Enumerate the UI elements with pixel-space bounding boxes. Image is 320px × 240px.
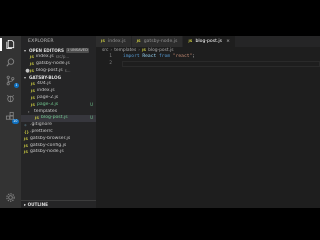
sidebar-title: EXPLORER xyxy=(28,39,54,44)
outline-label: OUTLINE xyxy=(27,202,48,207)
file-tree-item[interactable]: JS index.js xyxy=(21,88,96,95)
vscode-window: 1 10 EXPLORER ▾ OPEN EDITORS 1 UNSAVED J… xyxy=(0,36,320,208)
editor-tab[interactable]: JS index.js xyxy=(96,36,132,47)
open-editors-label: OPEN EDITORS xyxy=(29,48,65,53)
file-tree-label: page-3.js xyxy=(37,101,59,107)
file-tree-item[interactable]: JS gatsby-config.js xyxy=(21,143,96,150)
scm-badge: 1 xyxy=(13,83,19,88)
open-editor-path: src/p... xyxy=(55,54,70,59)
open-editor-label: index.js xyxy=(36,54,54,59)
file-tree-label: .gitignore xyxy=(30,122,52,128)
explorer-icon[interactable] xyxy=(0,38,18,51)
line-number: 2 xyxy=(109,60,112,66)
unsaved-badge: 1 UNSAVED xyxy=(66,48,89,53)
breadcrumb-item[interactable]: blog-post.js xyxy=(148,47,173,54)
open-editors-header[interactable]: ▾ OPEN EDITORS 1 UNSAVED xyxy=(21,47,96,54)
source-control-icon[interactable]: 1 xyxy=(3,74,19,88)
file-tree-item[interactable]: JS gatsby-node.js xyxy=(21,149,96,156)
editor-area: JS index.js JS gatsby-node.js JS blog-post.js… xyxy=(96,36,320,208)
git-status-marker: U xyxy=(90,101,93,107)
file-tree-item[interactable]: JS blog-post.js U xyxy=(21,115,96,123)
project-header[interactable]: ▾ GATSBY-BLOG xyxy=(21,74,96,81)
breadcrumb-item[interactable]: src xyxy=(102,47,108,54)
file-tree-item[interactable]: JS page-2.js xyxy=(21,95,96,102)
keyword-token: import xyxy=(123,54,140,59)
keyword-token: from xyxy=(159,54,171,59)
explorer-sidebar: EXPLORER ▾ OPEN EDITORS 1 UNSAVED JS inde… xyxy=(21,36,96,208)
settings-gear-icon[interactable] xyxy=(3,191,18,204)
file-tree-label: gatsby-browser.js xyxy=(30,135,71,141)
current-line-highlight xyxy=(122,60,320,67)
outline-header[interactable]: ▸ OUTLINE xyxy=(21,200,96,208)
string-token: "react" xyxy=(172,54,193,59)
search-icon[interactable] xyxy=(3,56,18,69)
open-editor-item[interactable]: JS index.js src/p... xyxy=(21,54,96,61)
open-editor-item[interactable]: ● JS blog-post.js s... xyxy=(21,68,96,75)
file-tree: JS 404.js JS index.js JS page-2.js JS page-3.js… xyxy=(21,81,96,156)
file-tree-item[interactable]: › templates xyxy=(21,109,96,116)
debug-icon[interactable] xyxy=(3,92,18,105)
breadcrumb-item[interactable]: templates xyxy=(114,47,136,54)
project-label: GATSBY-BLOG xyxy=(29,75,62,81)
identifier-token: React xyxy=(142,54,157,59)
editor-tabs: JS index.js JS gatsby-node.js JS blog-post.js… xyxy=(96,36,320,47)
close-icon[interactable]: × xyxy=(226,36,230,47)
js-file-icon: JS xyxy=(101,39,105,43)
tab-label: index.js xyxy=(108,39,126,44)
file-tree-label: .prettierrc xyxy=(30,128,53,134)
file-tree-label: templates xyxy=(34,108,58,114)
code-line[interactable]: import React from "react"; xyxy=(123,54,195,61)
file-tree-label: gatsby-config.js xyxy=(30,142,67,148)
breadcrumb: src › templates › JS blog-post.js xyxy=(96,47,320,54)
js-file-icon: JS xyxy=(188,39,193,43)
file-tree-label: blog-post.js xyxy=(41,115,68,121)
open-editor-item[interactable]: JS gatsby-node.js xyxy=(21,61,96,68)
chevron-right-icon: › xyxy=(110,48,113,53)
editor-tab[interactable]: JS blog-post.js × xyxy=(183,36,236,47)
file-tree-item[interactable]: ◆ .gitignore xyxy=(21,122,96,129)
js-file-icon: JS xyxy=(136,39,141,43)
open-editors-list: JS index.js src/p... JS gatsby-node.js ● JS blo… xyxy=(21,54,96,74)
open-editor-label: gatsby-node.js xyxy=(36,60,70,66)
punctuation-token: ; xyxy=(192,54,196,59)
video-frame: 1 10 EXPLORER ▾ OPEN EDITORS 1 UNSAVED J… xyxy=(0,0,320,240)
file-tree-item[interactable]: JS gatsby-browser.js xyxy=(21,136,96,143)
file-tree-label: page-2.js xyxy=(37,94,59,100)
tab-label: gatsby-node.js xyxy=(143,39,178,44)
extensions-icon[interactable]: 10 xyxy=(3,110,19,124)
file-tree-label: gatsby-node.js xyxy=(30,149,64,155)
activity-bar: 1 10 xyxy=(0,36,21,208)
file-tree-item[interactable]: {} .prettierrc xyxy=(21,129,96,136)
chevron-right-icon: › xyxy=(138,48,141,53)
open-editor-path: s... xyxy=(64,67,71,73)
open-editor-label: blog-post.js xyxy=(36,67,63,73)
extensions-badge: 10 xyxy=(11,119,19,124)
git-status-marker: U xyxy=(90,115,93,121)
file-tree-item[interactable]: JS page-3.js U xyxy=(21,102,96,109)
file-tree-label: 404.js xyxy=(37,81,51,87)
file-tree-item[interactable]: JS 404.js xyxy=(21,81,96,88)
editor-tab[interactable]: JS gatsby-node.js xyxy=(131,36,184,47)
file-tree-label: index.js xyxy=(37,88,55,94)
tab-label: blog-post.js xyxy=(195,39,223,44)
